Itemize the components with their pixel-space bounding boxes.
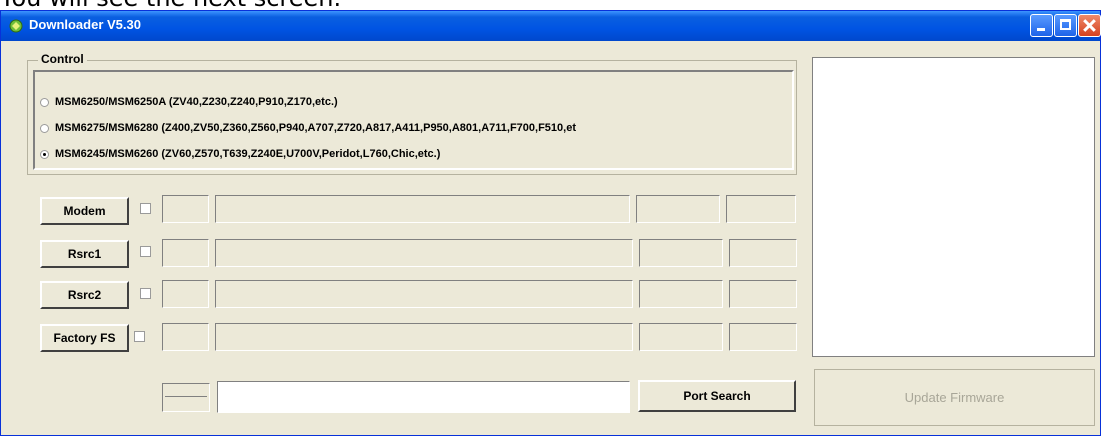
window-title: Downloader V5.30 xyxy=(29,17,141,32)
modem-path-field xyxy=(215,195,630,223)
rsrc2-field-3 xyxy=(639,280,723,308)
factory-fs-button[interactable]: Factory FS xyxy=(40,324,129,352)
rsrc1-checkbox[interactable] xyxy=(140,246,151,257)
modem-field-3 xyxy=(636,195,720,223)
maximize-button[interactable] xyxy=(1054,14,1077,37)
rsrc1-button[interactable]: Rsrc1 xyxy=(40,240,129,268)
rsrc1-path-field xyxy=(215,239,633,267)
radio-button-icon[interactable] xyxy=(40,149,49,159)
radio-label: MSM6250/MSM6250A (ZV40,Z230,Z240,P910,Z1… xyxy=(55,96,338,108)
modem-field-4 xyxy=(726,195,796,223)
control-group-label: Control xyxy=(38,52,87,66)
radio-option-msm6275[interactable]: MSM6275/MSM6280 (Z400,ZV50,Z360,Z560,P94… xyxy=(40,119,576,137)
rsrc2-path-field xyxy=(215,280,633,308)
radio-label: MSM6275/MSM6280 (Z400,ZV50,Z360,Z560,P94… xyxy=(55,122,576,134)
modem-field-1 xyxy=(162,195,209,223)
log-output-area[interactable] xyxy=(812,57,1095,357)
rsrc2-field-4 xyxy=(729,280,797,308)
rsrc2-field-1 xyxy=(162,280,209,308)
port-input[interactable] xyxy=(217,381,630,413)
port-indicator xyxy=(162,383,210,412)
app-icon xyxy=(9,19,23,33)
radio-label: MSM6245/MSM6260 (ZV60,Z570,T639,Z240E,U7… xyxy=(55,148,441,160)
close-button[interactable] xyxy=(1078,14,1101,37)
rsrc1-field-1 xyxy=(162,239,209,267)
modem-button[interactable]: Modem xyxy=(40,197,129,225)
port-search-button[interactable]: Port Search xyxy=(638,380,796,412)
factory-fs-checkbox[interactable] xyxy=(134,331,145,342)
radio-option-msm6245[interactable]: MSM6245/MSM6260 (ZV60,Z570,T639,Z240E,U7… xyxy=(40,145,440,163)
rsrc1-field-4 xyxy=(729,239,797,267)
factory-fs-field-4 xyxy=(729,323,797,351)
modem-checkbox[interactable] xyxy=(140,203,151,214)
instruction-caption: You will see the next screen. xyxy=(0,0,341,10)
radio-option-msm6250[interactable]: MSM6250/MSM6250A (ZV40,Z230,Z240,P910,Z1… xyxy=(40,93,338,111)
title-bar[interactable]: Downloader V5.30 xyxy=(1,11,1101,41)
radio-button-icon[interactable] xyxy=(40,97,49,107)
factory-fs-field-1 xyxy=(162,323,209,351)
rsrc1-field-3 xyxy=(639,239,723,267)
rsrc2-button[interactable]: Rsrc2 xyxy=(40,281,129,309)
radio-button-icon[interactable] xyxy=(40,123,49,133)
factory-fs-field-3 xyxy=(639,323,723,351)
minimize-button[interactable] xyxy=(1030,14,1053,37)
update-firmware-button[interactable]: Update Firmware xyxy=(814,369,1095,426)
rsrc2-checkbox[interactable] xyxy=(140,288,151,299)
factory-fs-path-field xyxy=(215,323,633,351)
